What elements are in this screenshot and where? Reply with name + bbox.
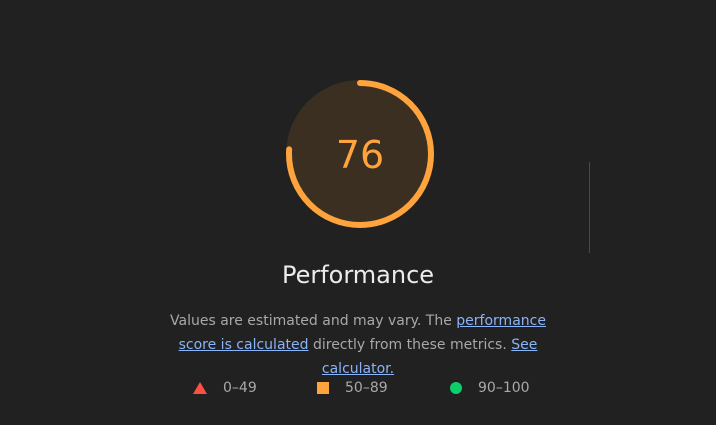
legend-item-pass: 90–100 — [450, 380, 530, 396]
vertical-divider — [589, 162, 590, 253]
score-legend: 0–49 50–89 90–100 — [0, 380, 716, 400]
legend-label-average: 50–89 — [345, 380, 388, 396]
circle-icon — [450, 382, 462, 394]
legend-item-fail: 0–49 — [193, 380, 257, 396]
performance-summary: 76 Performance Values are estimated and … — [0, 0, 716, 425]
legend-label-fail: 0–49 — [223, 380, 257, 396]
legend-label-pass: 90–100 — [478, 380, 530, 396]
description-text-middle: directly from these metrics. — [308, 337, 512, 353]
legend-item-average: 50–89 — [317, 380, 388, 396]
gauge-score: 76 — [335, 133, 385, 177]
description-text-before: Values are estimated and may vary. The — [170, 313, 457, 329]
triangle-icon — [193, 382, 207, 394]
performance-gauge[interactable]: 76 — [282, 76, 438, 232]
square-icon — [317, 382, 329, 394]
score-description: Values are estimated and may vary. The p… — [150, 309, 566, 381]
gauge-title: Performance — [281, 261, 435, 289]
